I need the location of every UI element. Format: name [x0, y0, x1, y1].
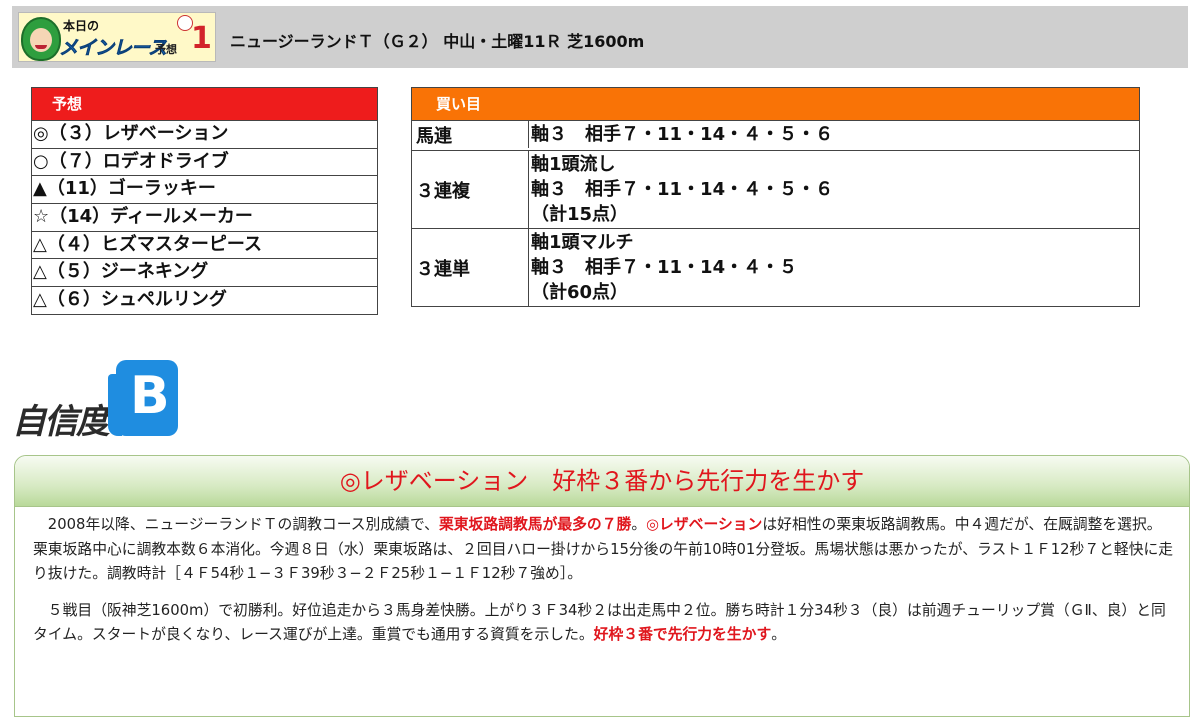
bet-line: 軸1頭マルチ	[531, 232, 634, 253]
bet-line: 軸３ 相手７・11・14・４・５・６	[531, 179, 834, 200]
highlight-text: 好枠３番で先行力を生かす	[593, 626, 772, 643]
prediction-row: △（５）ジーネキング	[32, 259, 377, 288]
logo-line3: 予想	[155, 43, 177, 56]
race-title: ニュージーランドＴ（Ｇ２） 中山・土曜11Ｒ 芝1600m	[230, 32, 645, 51]
bet-type: ３連複	[412, 151, 529, 228]
bet-line: 軸1頭流し	[531, 154, 616, 175]
highlight-horse-name: ◎レザベーション	[646, 516, 763, 533]
betting-row-sanrenpuku: ３連複 軸1頭流し 軸３ 相手７・11・14・４・５・６ （計15点）	[412, 151, 1139, 229]
prediction-row: △（６）シュペルリング	[33, 289, 227, 311]
commentary-body: 2008年以降、ニュージーランドＴの調教コース別成績で、栗東坂路調教馬が最多の７…	[15, 507, 1189, 648]
prediction-heading: 予想	[32, 88, 377, 121]
bet-line: （計60点）	[531, 282, 629, 303]
mascot-face-icon	[21, 17, 61, 61]
highlight-text: 栗東坂路調教馬が最多の７勝	[438, 516, 632, 533]
bet-type: ３連単	[412, 229, 529, 306]
commentary-card: ◎レザベーション 好枠３番から先行力を生かす 2008年以降、ニュージーランドＴ…	[14, 455, 1190, 717]
logo-number: 1	[191, 21, 212, 56]
prediction-row: ▲（11）ゴーラッキー	[32, 176, 377, 205]
bet-detail: 軸1頭マルチ 軸３ 相手７・11・14・４・５ （計60点）	[529, 229, 1139, 306]
text-run: 2008年以降、ニュージーランドＴの調教コース別成績で、	[47, 516, 439, 533]
prediction-row: ☆（14）ディールメーカー	[32, 204, 377, 232]
text-run: 。	[771, 626, 787, 643]
bet-line: （計15点）	[531, 204, 629, 225]
confidence-badge: B	[108, 360, 178, 436]
bet-detail: 軸３ 相手７・11・14・４・５・６	[529, 121, 1139, 150]
bet-line: 軸３ 相手７・11・14・４・５・６	[531, 124, 834, 145]
prediction-row: ◎（３）レザベーション	[32, 121, 377, 149]
commentary-headline: ◎レザベーション 好枠３番から先行力を生かす	[15, 456, 1189, 507]
betting-row-umaren: 馬連 軸３ 相手７・11・14・４・５・６	[412, 121, 1139, 151]
commentary-paragraph: ５戦目（阪神芝1600m）で初勝利。好位追走から３馬身差快勝。上がり３Ｆ34秒２…	[33, 599, 1175, 648]
confidence-grade: B	[130, 366, 170, 426]
prediction-row: ○（７）ロデオドライブ	[32, 149, 377, 177]
prediction-row: △（４）ヒズマスターピース	[32, 232, 377, 260]
betting-row-sanrentan: ３連単 軸1頭マルチ 軸３ 相手７・11・14・４・５ （計60点）	[412, 229, 1139, 306]
commentary-paragraph: 2008年以降、ニュージーランドＴの調教コース別成績で、栗東坂路調教馬が最多の７…	[33, 513, 1175, 587]
bet-detail: 軸1頭流し 軸３ 相手７・11・14・４・５・６ （計15点）	[529, 151, 1139, 228]
bet-type: 馬連	[412, 121, 529, 148]
header-bar: 本日の メインレース 予想 1 ニュージーランドＴ（Ｇ２） 中山・土曜11Ｒ 芝…	[12, 6, 1188, 68]
bet-line: 軸３ 相手７・11・14・４・５	[531, 257, 798, 278]
logo-line2: メインレース	[59, 37, 168, 60]
logo-line1: 本日の	[63, 19, 100, 33]
text-run: 。	[631, 516, 647, 533]
confidence-label: 自信度	[12, 402, 110, 442]
prediction-table: 予想 ◎（３）レザベーション ○（７）ロデオドライブ ▲（11）ゴーラッキー ☆…	[31, 87, 378, 315]
betting-heading: 買い目	[412, 88, 1139, 121]
main-race-logo: 本日の メインレース 予想 1	[18, 12, 216, 62]
betting-table: 買い目 馬連 軸３ 相手７・11・14・４・５・６ ３連複 軸1頭流し 軸３ 相…	[411, 87, 1140, 307]
